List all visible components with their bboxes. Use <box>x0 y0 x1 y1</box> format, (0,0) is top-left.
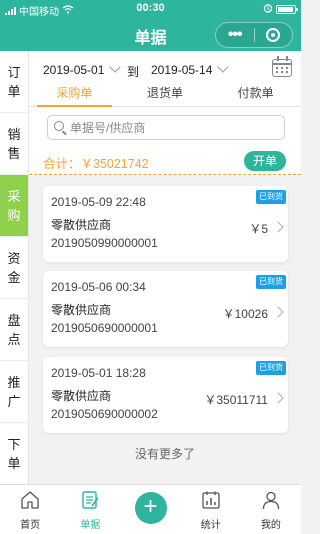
tab-payment-order[interactable]: 付款单 <box>210 84 301 106</box>
sidebar-item-sales[interactable]: 销售 <box>0 113 28 175</box>
tabbar-item-documents[interactable]: 单据 <box>60 485 120 534</box>
mini-program-capsule: ••• <box>215 22 293 48</box>
chevron-right-icon <box>272 221 284 233</box>
order-card[interactable]: 2019-05-09 22:48 零散供应商 2019050990000001 … <box>43 186 288 262</box>
tabbar-item-profile[interactable]: 我的 <box>241 485 301 534</box>
sidebar-char: 销 <box>7 126 21 142</box>
sidebar-char: 单 <box>7 455 21 471</box>
sidebar-char: 推 <box>7 374 21 390</box>
sidebar-char: 点 <box>7 331 21 347</box>
more-button[interactable]: ••• <box>216 25 254 45</box>
sidebar-item-promotion[interactable]: 推广 <box>0 361 28 423</box>
calendar-icon[interactable] <box>272 56 292 77</box>
start-date[interactable]: 2019-05-01 <box>43 63 104 77</box>
order-number: 2019050690000001 <box>51 321 158 335</box>
main-content: 2019-05-01 到 2019-05-14 采购单 退货单 付款单 合计：￥… <box>29 51 301 484</box>
order-supplier: 零散供应商 <box>51 389 112 403</box>
order-card[interactable]: 2019-05-01 18:28 零散供应商 2019050690000002 … <box>43 357 288 433</box>
summary-bar: 合计：￥35021742 开单 <box>29 147 301 175</box>
tabbar-item-statistics[interactable]: 统计 <box>181 485 241 534</box>
sidebar-char: 售 <box>7 145 21 161</box>
sidebar-char: 金 <box>7 269 21 285</box>
sidebar-char: 资 <box>7 250 21 266</box>
order-datetime: 2019-05-06 00:34 <box>51 280 146 294</box>
search-box <box>47 115 285 140</box>
user-icon <box>262 491 280 510</box>
order-datetime: 2019-05-01 18:28 <box>51 366 146 380</box>
to-label: 到 <box>127 65 140 79</box>
sidebar-item-inventory[interactable]: 盘点 <box>0 299 28 361</box>
chevron-down-icon[interactable] <box>217 61 229 73</box>
close-ring-icon <box>266 28 281 42</box>
status-badge: 已到货 <box>256 275 286 289</box>
order-amount: ￥35011711 <box>204 393 268 407</box>
order-supplier: 零散供应商 <box>51 218 112 232</box>
order-card[interactable]: 2019-05-06 00:34 零散供应商 2019050690000001 … <box>43 271 288 347</box>
open-order-button[interactable]: 开单 <box>244 151 286 171</box>
sidebar-char: 购 <box>7 207 21 223</box>
sidebar-item-order[interactable]: 订单 <box>0 51 28 113</box>
alarm-icon <box>263 3 273 16</box>
status-badge: 已到货 <box>256 361 286 375</box>
filter-panel: 2019-05-01 到 2019-05-14 采购单 退货单 付款单 <box>29 51 301 155</box>
total-amount: 合计：￥35021742 <box>43 157 149 171</box>
order-amount: ￥5 <box>249 222 268 236</box>
close-button[interactable] <box>254 28 292 42</box>
no-more-text: 没有更多了 <box>134 447 195 461</box>
order-number: 2019050690000002 <box>51 407 158 421</box>
tabbar-item-add[interactable]: + <box>120 485 180 534</box>
order-supplier: 零散供应商 <box>51 303 112 317</box>
order-number: 2019050990000001 <box>51 236 158 250</box>
battery-icon <box>276 5 298 14</box>
tabbar-item-home[interactable]: 首页 <box>0 485 60 534</box>
chart-icon <box>202 491 220 509</box>
sidebar-char: 盘 <box>7 312 21 328</box>
status-bar: 中国移动 00:30 <box>0 0 301 18</box>
sidebar: 订单 销售 采购 资金 盘点 推广 下单 <box>0 51 29 485</box>
chevron-right-icon <box>272 392 284 404</box>
status-badge: 已到货 <box>256 190 286 204</box>
home-icon <box>21 491 39 509</box>
sidebar-char: 下 <box>7 436 21 452</box>
sidebar-char: 广 <box>7 393 21 409</box>
search-input[interactable] <box>70 119 270 137</box>
tabbar-label: 统计 <box>200 520 221 531</box>
order-amount: ￥10026 <box>222 307 268 321</box>
bottom-tab-bar: 首页 单据 + 统计 我的 <box>0 484 301 534</box>
sidebar-char: 采 <box>7 188 21 204</box>
clock: 00:30 <box>136 2 165 14</box>
tab-purchase-order[interactable]: 采购单 <box>29 84 120 107</box>
document-icon <box>82 491 99 509</box>
end-date[interactable]: 2019-05-14 <box>151 63 212 77</box>
plus-icon: + <box>134 492 167 524</box>
chevron-down-icon[interactable] <box>109 61 121 73</box>
sidebar-item-funds[interactable]: 资金 <box>0 237 28 299</box>
search-icon <box>54 121 64 131</box>
tab-bar: 采购单 退货单 付款单 <box>29 84 301 107</box>
tabbar-label: 首页 <box>20 520 41 531</box>
tab-return-order[interactable]: 退货单 <box>120 84 211 106</box>
chevron-right-icon <box>272 306 284 318</box>
tabbar-label: 单据 <box>80 520 101 531</box>
order-datetime: 2019-05-09 22:48 <box>51 195 146 209</box>
sidebar-char: 单 <box>7 83 21 99</box>
sidebar-char: 订 <box>7 64 21 80</box>
sidebar-item-place-order[interactable]: 下单 <box>0 423 28 485</box>
sidebar-item-purchase[interactable]: 采购 <box>0 175 28 237</box>
tabbar-label: 我的 <box>260 520 281 531</box>
app-header: 单据 ••• <box>0 18 301 51</box>
